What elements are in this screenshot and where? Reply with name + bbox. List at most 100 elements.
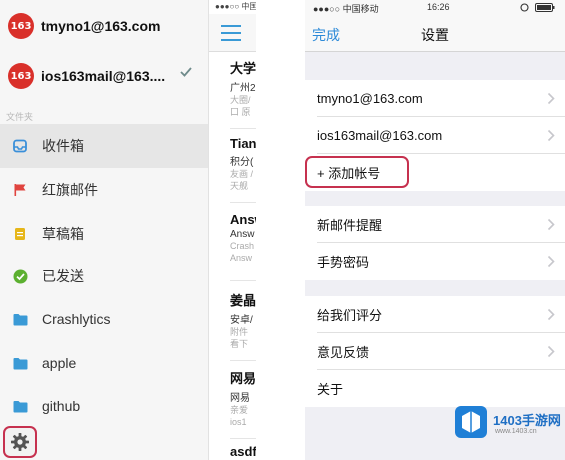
mail-subject: Answ xyxy=(230,229,255,240)
mail-sender: 大学 xyxy=(230,61,256,76)
mail-list-item[interactable]: 姜晶 安卓/ 附件 看下 xyxy=(230,290,256,350)
folder-label: Crashlytics xyxy=(42,311,111,327)
folder-label: 红旗邮件 xyxy=(42,182,98,198)
settings-cell-label: 新邮件提醒 xyxy=(317,218,383,233)
folders-section-header: 文件夹 xyxy=(6,112,34,122)
folder-apple[interactable]: apple xyxy=(0,341,208,385)
divider xyxy=(230,128,256,129)
add-account-highlight xyxy=(305,156,409,188)
163-logo-icon: 163 xyxy=(8,63,34,89)
settings-cell-label: ios163mail@163.com xyxy=(317,128,443,143)
mail-list-item[interactable]: Answ Answ Crash Answ xyxy=(230,212,256,264)
mail-preview: 附件 xyxy=(230,327,249,337)
folder-label: 已发送 xyxy=(42,268,84,284)
folder-label: 草稿箱 xyxy=(42,226,84,242)
settings-cell-label: 意见反馈 xyxy=(317,345,370,360)
mail-sender: 姜晶 xyxy=(230,293,256,308)
orientation-lock-icon xyxy=(520,3,529,12)
folder-label: github xyxy=(42,398,81,414)
gear-icon xyxy=(11,433,29,451)
mail-preview: 亲爱 xyxy=(230,405,249,415)
folder-inbox[interactable]: 收件箱 xyxy=(0,124,208,168)
settings-cell-label: 手势密码 xyxy=(317,255,370,270)
folder-flagged[interactable]: 红旗邮件 xyxy=(0,168,208,212)
mail-list-item[interactable]: 网易 网易 亲爱 ios1 xyxy=(230,368,256,428)
mail-list-item[interactable]: asdf xyxy=(230,444,256,459)
settings-status-bar: ●●●○○ 中国移动 16:26 xyxy=(305,0,565,14)
folder-github[interactable]: github xyxy=(0,384,208,428)
account-item-ios163mail[interactable]: 163 ios163mail@163.... xyxy=(0,52,208,100)
mail-sender: asdf xyxy=(230,444,256,459)
battery-icon xyxy=(535,3,555,12)
account-email: ios163mail@163.... xyxy=(41,68,166,84)
chevron-right-icon xyxy=(547,129,555,142)
mail-subject: 积分( xyxy=(230,157,254,168)
settings-account-tmyno1[interactable]: tmyno1@163.com xyxy=(305,80,565,117)
side-drawer: 163 tmyno1@163.com 163 ios163mail@163...… xyxy=(0,0,208,460)
mail-subject: 安卓/ xyxy=(230,315,253,326)
account-item-tmyno1[interactable]: 163 tmyno1@163.com xyxy=(0,2,208,50)
chevron-right-icon xyxy=(547,345,555,358)
mail-list-navbar xyxy=(209,14,256,52)
settings-panel: ●●●○○ 中国移动 16:26 完成 设置 tmyno1@163.com io… xyxy=(305,0,565,460)
divider xyxy=(230,360,256,361)
draft-icon xyxy=(12,226,28,242)
status-bar: ●●●○○ 中国 xyxy=(215,2,256,11)
mail-sender: Answ xyxy=(230,212,256,227)
watermark-url: www.1403.cn xyxy=(495,428,537,435)
mail-preview: 天舰 xyxy=(230,181,249,191)
mail-subject: 网易 xyxy=(230,393,250,404)
mail-subject: 广州2 xyxy=(230,83,256,94)
chevron-right-icon xyxy=(547,255,555,268)
red-flag-icon xyxy=(12,182,28,198)
divider xyxy=(230,438,256,439)
divider xyxy=(230,280,256,281)
menu-icon[interactable] xyxy=(221,25,241,41)
mail-sender: Tian xyxy=(230,136,256,151)
mail-sender: 网易 xyxy=(230,371,256,386)
watermark-logo-icon xyxy=(455,406,487,438)
settings-about[interactable]: 关于 xyxy=(305,370,565,407)
mail-preview: 友画 / xyxy=(230,169,254,179)
sent-check-icon xyxy=(12,268,28,284)
mail-preview: 看下 xyxy=(230,339,249,349)
watermark-text: 1403手游网 xyxy=(493,413,561,428)
folder-icon xyxy=(12,311,28,327)
chevron-right-icon xyxy=(547,218,555,231)
mail-preview: 口 原 xyxy=(230,107,251,117)
folder-label: apple xyxy=(42,355,77,371)
folder-sent[interactable]: 已发送 xyxy=(0,254,208,298)
settings-cell-label: 关于 xyxy=(317,382,344,397)
folder-icon xyxy=(12,355,28,371)
folder-drafts[interactable]: 草稿箱 xyxy=(0,212,208,256)
mail-list-item[interactable]: Tian 积分( 友画 / 天舰 xyxy=(230,136,256,192)
account-email: tmyno1@163.com xyxy=(41,18,161,34)
mail-preview: ios1 xyxy=(230,417,247,427)
settings-cell-label: tmyno1@163.com xyxy=(317,91,423,106)
settings-feedback[interactable]: 意见反馈 xyxy=(305,333,565,370)
folder-label: 收件箱 xyxy=(42,138,84,154)
clock-label: 16:26 xyxy=(427,2,450,12)
settings-account-ios163mail[interactable]: ios163mail@163.com xyxy=(305,117,565,154)
chevron-right-icon xyxy=(547,92,555,105)
settings-cell-label: 给我们评分 xyxy=(317,308,383,323)
settings-new-mail-alert[interactable]: 新邮件提醒 xyxy=(305,206,565,243)
divider xyxy=(230,202,256,203)
163-logo-icon: 163 xyxy=(8,13,34,39)
mail-preview: 大圈/ xyxy=(230,95,251,105)
settings-gesture-password[interactable]: 手势密码 xyxy=(305,243,565,280)
mail-preview: Crash xyxy=(230,241,255,251)
mail-preview: Answ xyxy=(230,253,253,263)
inbox-icon xyxy=(12,138,28,154)
folder-crashlytics[interactable]: Crashlytics xyxy=(0,297,208,341)
chevron-right-icon xyxy=(547,308,555,321)
settings-navbar: 完成 设置 xyxy=(305,14,565,52)
panel-gap xyxy=(256,0,305,460)
watermark: 1403手游网 www.1403.cn xyxy=(453,404,565,442)
page-title: 设置 xyxy=(421,27,449,43)
settings-rate-us[interactable]: 给我们评分 xyxy=(305,296,565,333)
folder-icon xyxy=(12,398,28,414)
mail-list-item[interactable]: 大学 广州2 大圈/ 口 原 xyxy=(230,58,256,118)
checkmark-icon xyxy=(180,67,192,77)
settings-button[interactable] xyxy=(3,426,37,458)
